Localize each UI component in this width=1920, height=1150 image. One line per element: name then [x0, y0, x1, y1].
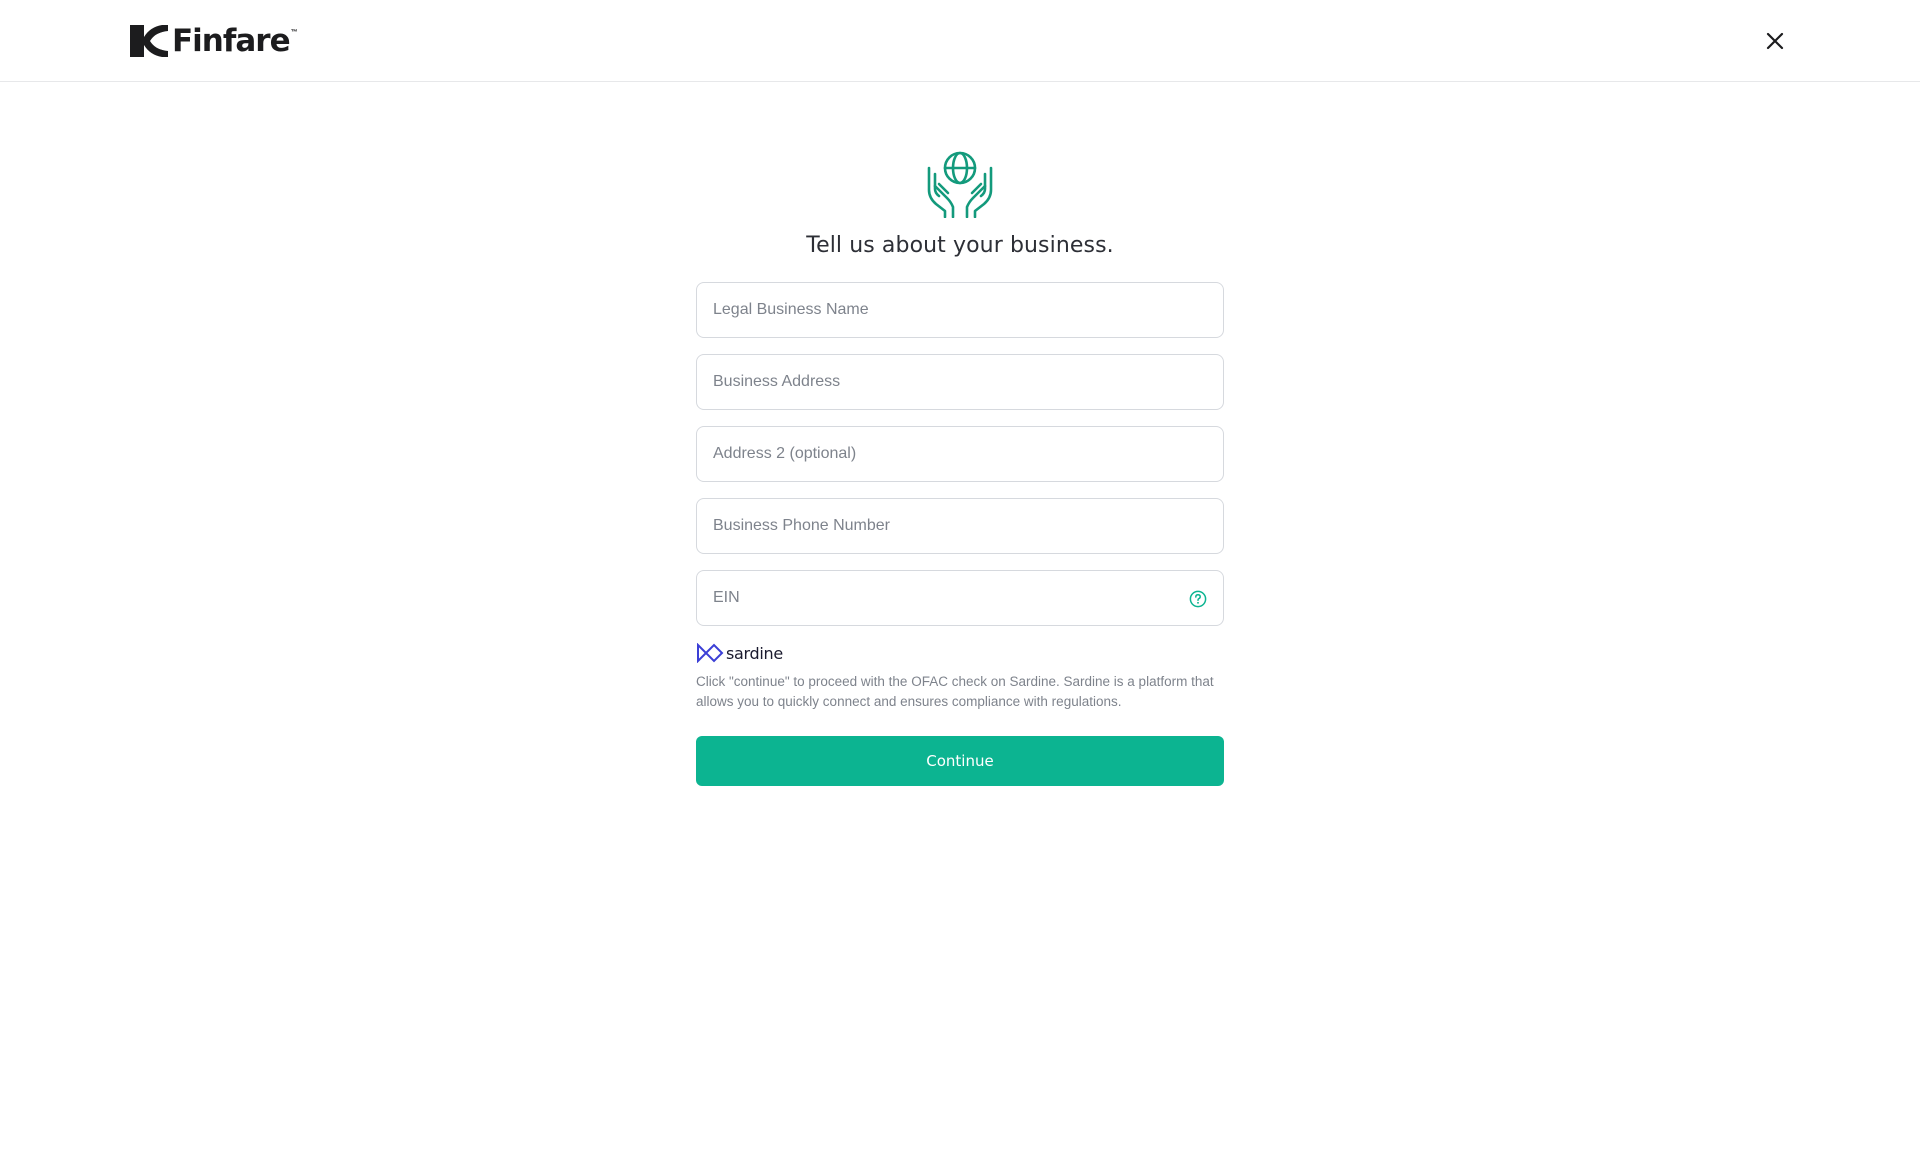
- hands-globe-icon: [927, 151, 993, 218]
- address-2-input[interactable]: [697, 427, 1223, 481]
- business-phone-input[interactable]: [697, 499, 1223, 553]
- continue-button[interactable]: Continue: [696, 736, 1224, 786]
- ofac-disclaimer: Click "continue" to proceed with the OFA…: [696, 674, 1214, 709]
- sardine-logo-icon: [697, 643, 724, 663]
- close-icon: [1766, 32, 1784, 50]
- top-bar: Finfare ™: [0, 0, 1920, 82]
- sardine-brand: sardine: [696, 642, 1224, 664]
- finfare-logo[interactable]: Finfare ™: [128, 23, 298, 59]
- business-form: Tell us about your business. Legal Busin…: [696, 150, 1224, 786]
- question-circle-icon[interactable]: [1189, 590, 1207, 608]
- business-address-input[interactable]: [697, 355, 1223, 409]
- ein-input[interactable]: [697, 571, 1223, 625]
- trademark-symbol: ™: [290, 29, 298, 36]
- logo-text: Finfare: [172, 23, 291, 59]
- sardine-name: sardine: [726, 643, 783, 663]
- business-address-field: [696, 354, 1224, 410]
- form-fields: [696, 282, 1224, 626]
- legal-business-name-field: [696, 282, 1224, 338]
- address-2-field: [696, 426, 1224, 482]
- legal-business-name-input[interactable]: [697, 283, 1223, 337]
- business-phone-field: [696, 498, 1224, 554]
- close-button[interactable]: [1762, 28, 1788, 54]
- ein-field: [696, 570, 1224, 626]
- finfare-logo-icon: [130, 25, 168, 57]
- page-title: Tell us about your business.: [806, 233, 1114, 258]
